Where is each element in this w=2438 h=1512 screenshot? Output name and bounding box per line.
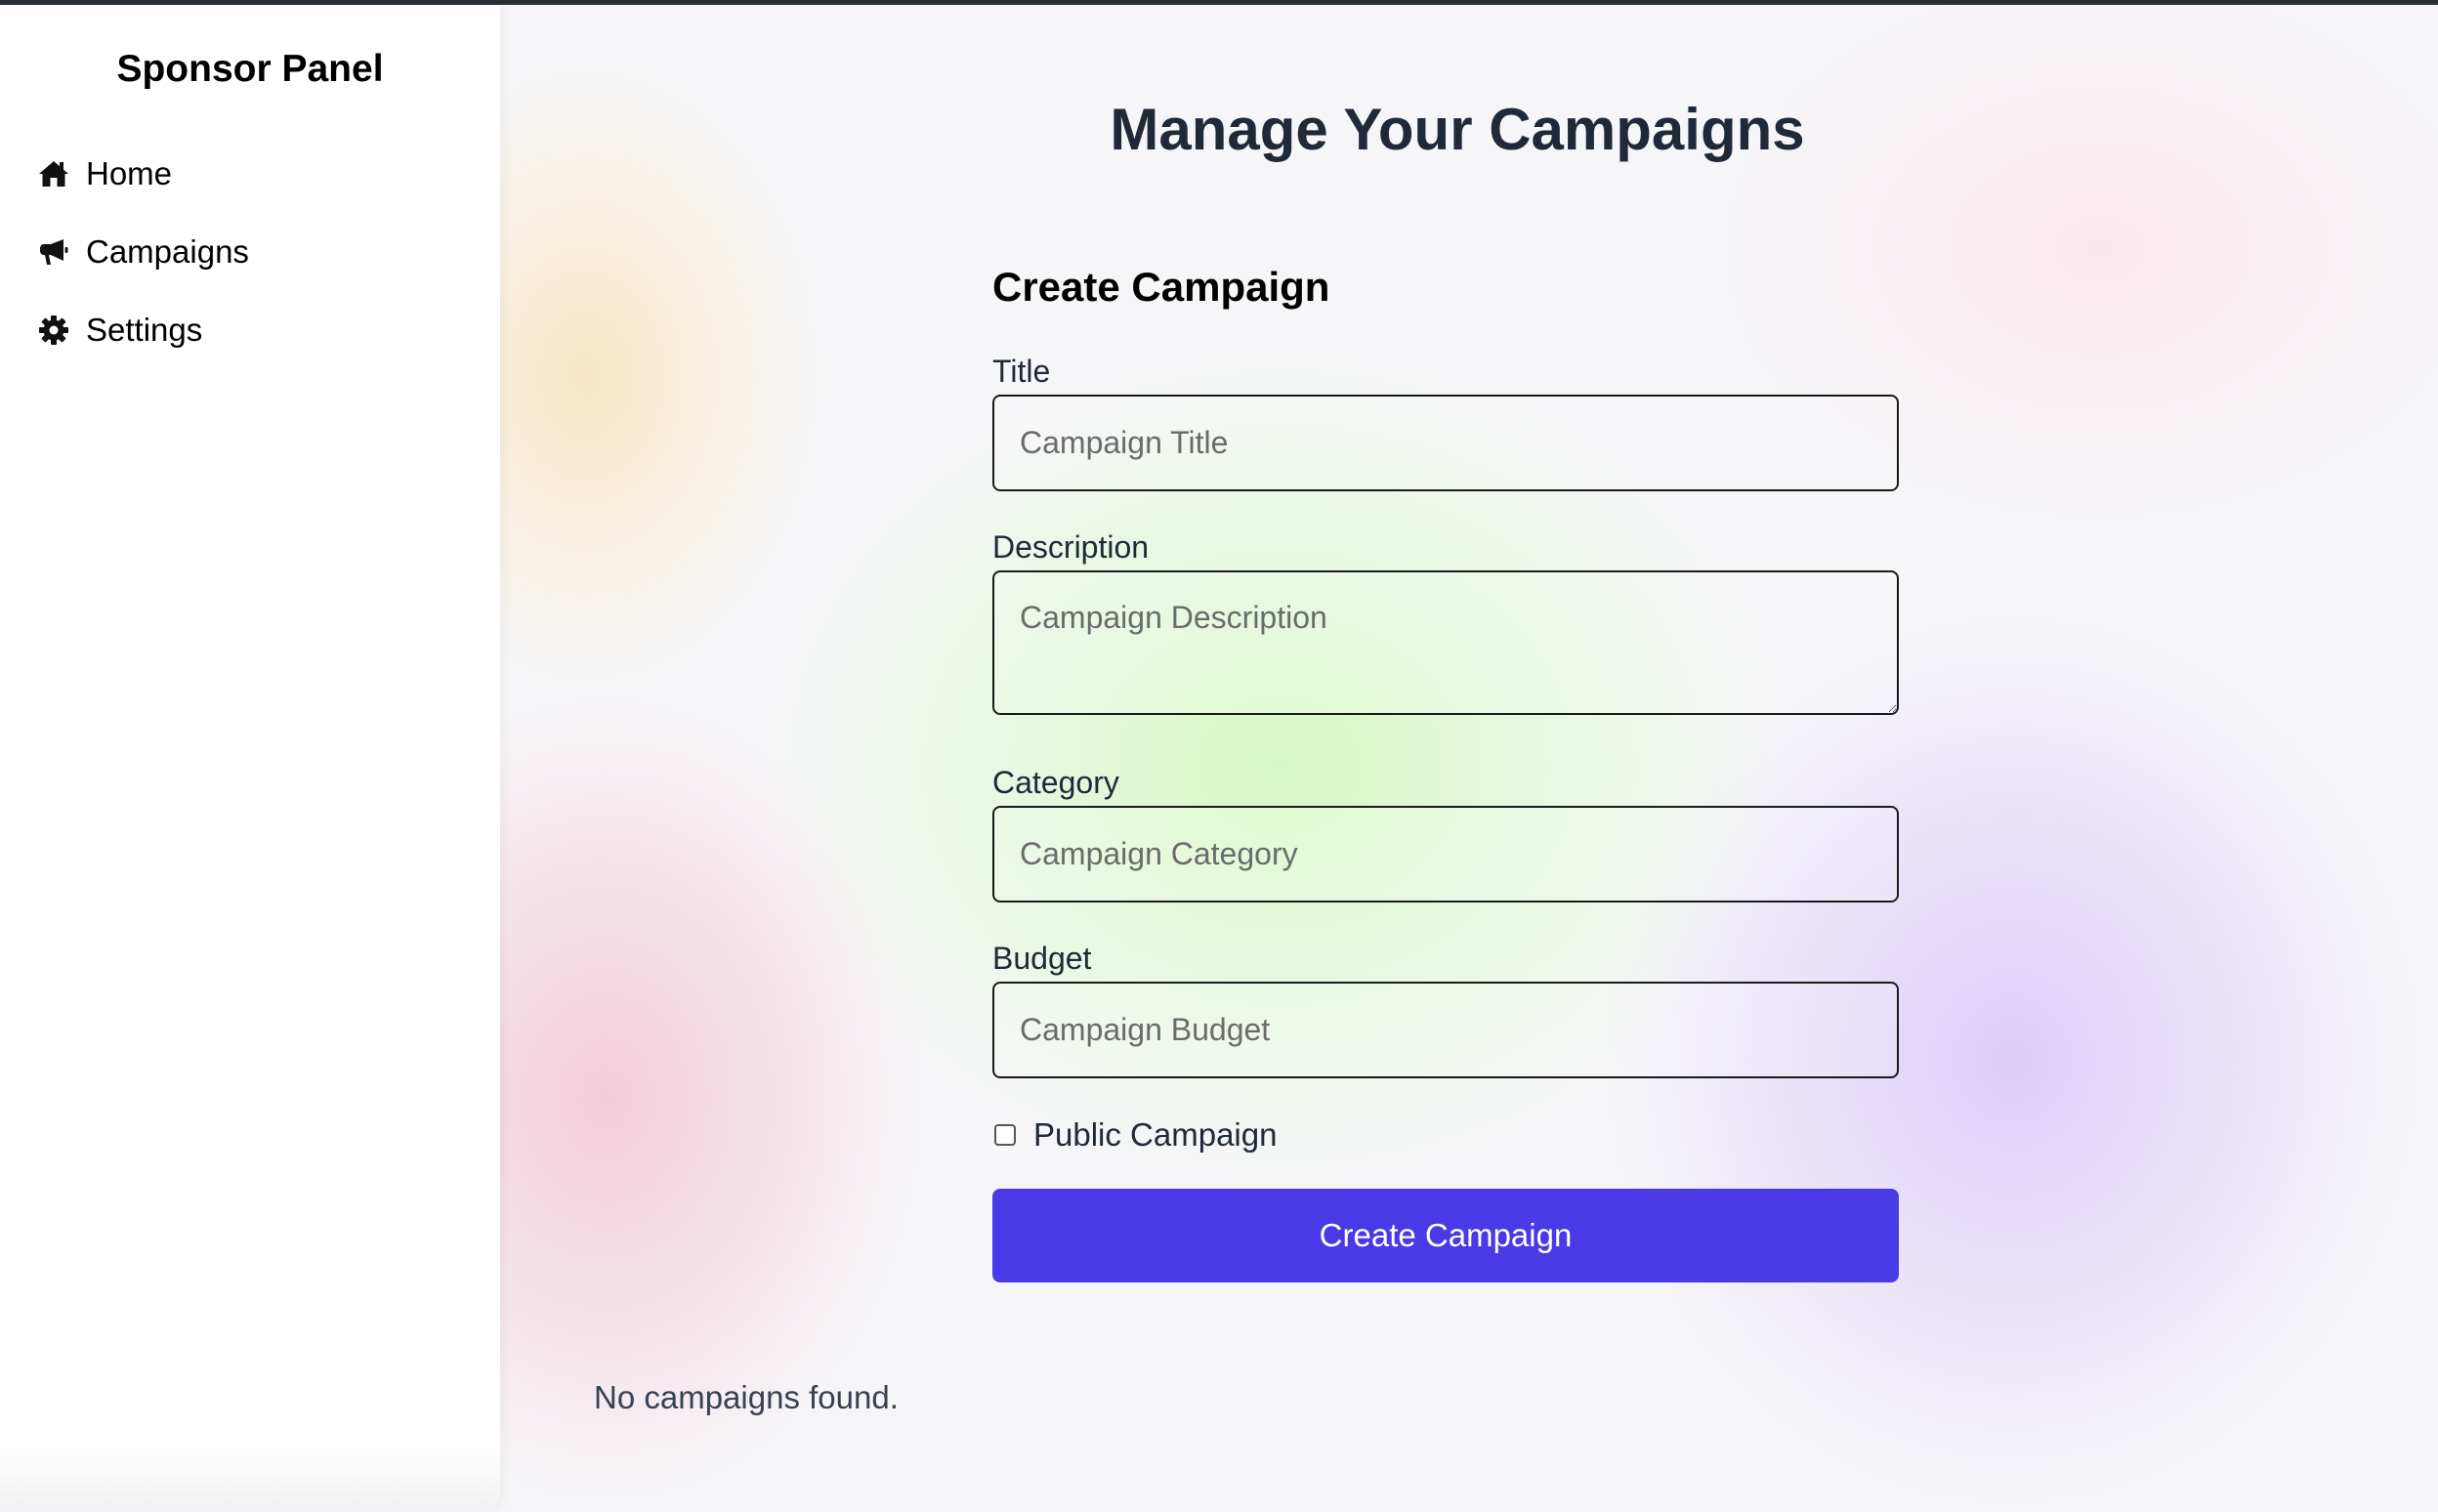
budget-label: Budget (992, 941, 1092, 976)
gear-icon (37, 314, 70, 347)
title-input[interactable] (992, 395, 1899, 491)
category-label: Category (992, 765, 1119, 800)
sidebar: Sponsor Panel Home Campaigns Settings (0, 5, 500, 1510)
public-campaign-label[interactable]: Public Campaign (1033, 1116, 1277, 1154)
page-title: Manage Your Campaigns (1110, 97, 1805, 162)
create-campaign-button[interactable]: Create Campaign (992, 1189, 1899, 1282)
sidebar-item-home[interactable]: Home (37, 149, 249, 198)
title-label: Title (992, 354, 1051, 389)
sidebar-nav: Home Campaigns Settings (37, 149, 249, 384)
sidebar-item-label: Home (86, 155, 173, 191)
empty-campaigns-message: No campaigns found. (594, 1379, 899, 1415)
home-icon (37, 157, 70, 190)
form-heading: Create Campaign (992, 264, 1330, 310)
sidebar-item-label: Campaigns (86, 233, 249, 270)
sidebar-item-label: Settings (86, 312, 203, 348)
sidebar-title: Sponsor Panel (116, 48, 384, 90)
description-textarea[interactable] (992, 570, 1899, 715)
sidebar-item-campaigns[interactable]: Campaigns (37, 228, 249, 276)
category-input[interactable] (992, 806, 1899, 903)
megaphone-icon (37, 235, 70, 269)
budget-input[interactable] (992, 982, 1899, 1078)
description-label: Description (992, 529, 1150, 565)
public-campaign-row: Public Campaign (992, 1113, 1277, 1156)
public-campaign-checkbox[interactable] (994, 1124, 1016, 1146)
sidebar-item-settings[interactable]: Settings (37, 306, 249, 355)
